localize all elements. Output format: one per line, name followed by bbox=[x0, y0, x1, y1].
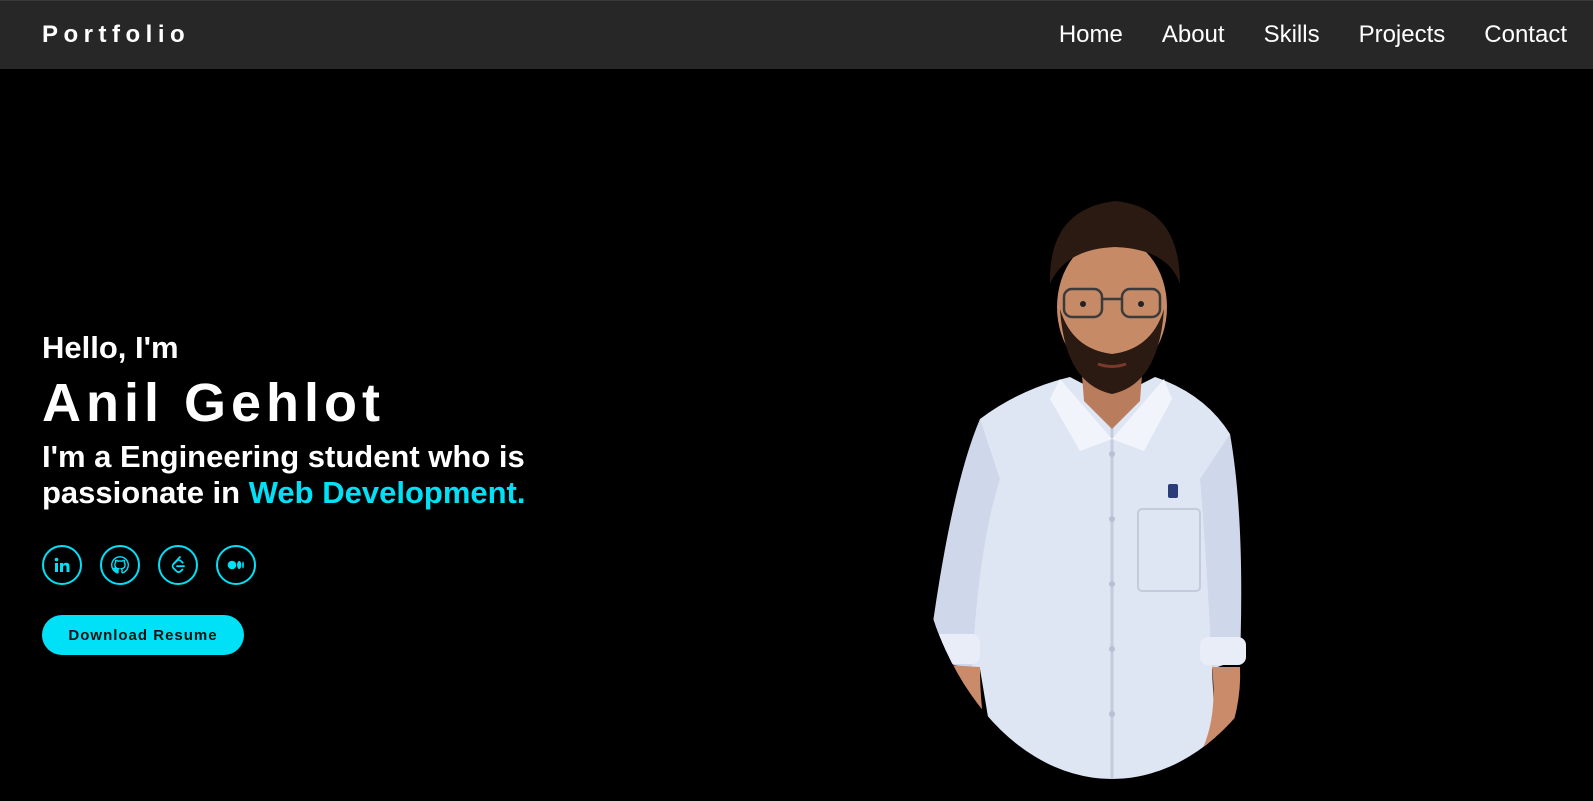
hero-tagline: I'm a Engineering student who is passion… bbox=[42, 439, 562, 511]
nav-links: Home About Skills Projects Contact bbox=[1020, 21, 1567, 49]
leetcode-link[interactable] bbox=[158, 545, 198, 585]
download-resume-button[interactable]: Download Resume bbox=[42, 615, 244, 655]
leetcode-icon bbox=[171, 556, 185, 573]
nav-link-skills[interactable]: Skills bbox=[1264, 21, 1320, 49]
nav-link-contact[interactable]: Contact bbox=[1484, 21, 1567, 49]
github-link[interactable] bbox=[100, 545, 140, 585]
greeting: Hello, I'm bbox=[42, 330, 179, 365]
linkedin-link[interactable] bbox=[42, 545, 82, 585]
social-links bbox=[42, 545, 562, 585]
navbar: Portfolio Home About Skills Projects Con… bbox=[0, 0, 1593, 69]
hero-name: Anil Gehlot bbox=[42, 373, 385, 433]
medium-icon bbox=[227, 560, 244, 570]
nav-link-home[interactable]: Home bbox=[1059, 21, 1123, 49]
hero-section: Hello, I'm Anil Gehlot I'm a Engineering… bbox=[0, 69, 1593, 801]
hero-text: Hello, I'm Anil Gehlot I'm a Engineering… bbox=[42, 329, 562, 655]
profile-photo bbox=[922, 201, 1246, 779]
nav-link-projects[interactable]: Projects bbox=[1359, 21, 1446, 49]
medium-link[interactable] bbox=[216, 545, 256, 585]
tagline-highlight: Web Development. bbox=[248, 475, 526, 510]
brand-logo[interactable]: Portfolio bbox=[42, 21, 190, 49]
github-icon bbox=[111, 556, 129, 574]
nav-link-about[interactable]: About bbox=[1162, 21, 1225, 49]
linkedin-icon bbox=[54, 557, 70, 572]
